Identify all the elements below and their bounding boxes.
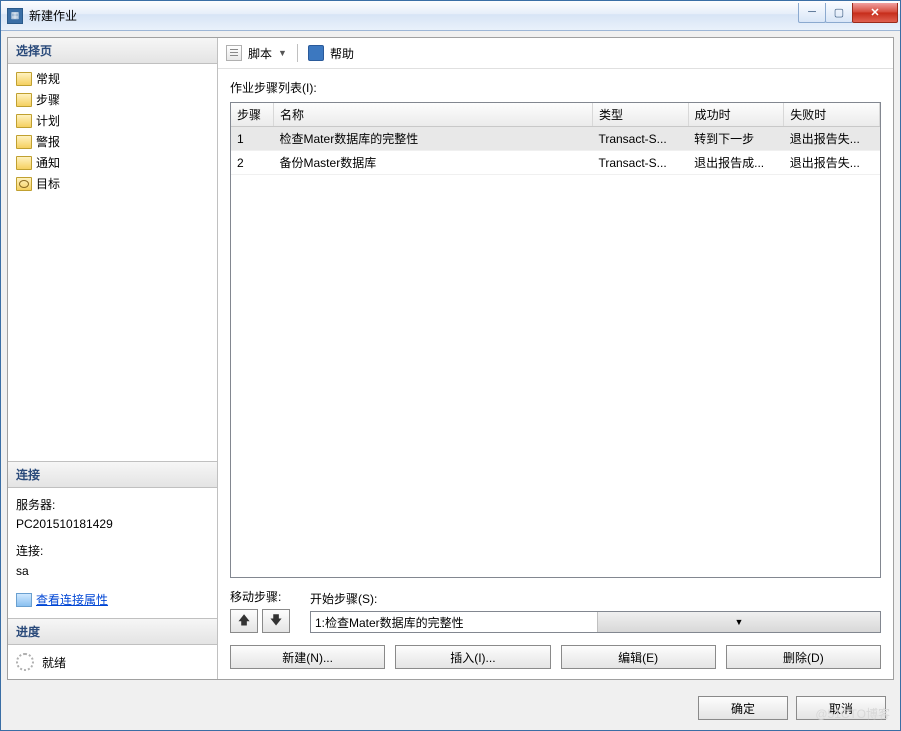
select-page-header: 选择页: [8, 38, 217, 64]
sidebar-item-label: 步骤: [36, 91, 60, 108]
spinner-icon: [16, 653, 34, 671]
sidebar-item-steps[interactable]: 步骤: [8, 89, 217, 110]
move-up-button[interactable]: 🡅: [230, 609, 258, 633]
help-icon: [308, 45, 324, 61]
cell-fail: 退出报告失...: [784, 151, 880, 175]
progress-header: 进度: [8, 619, 217, 645]
close-button[interactable]: ✕: [852, 3, 898, 23]
view-connection-properties-link[interactable]: 查看连接属性: [16, 591, 209, 610]
edit-button[interactable]: 编辑(E): [561, 645, 716, 669]
app-icon: ▦: [7, 8, 23, 24]
sidebar-item-label: 警报: [36, 133, 60, 150]
link-label: 查看连接属性: [36, 591, 108, 610]
sidebar-item-label: 常规: [36, 70, 60, 87]
target-icon: [16, 177, 32, 191]
cell-ok: 退出报告成...: [688, 151, 784, 175]
sidebar-item-label: 通知: [36, 154, 60, 171]
titlebar: ▦ 新建作业 ─ ▢ ✕: [1, 1, 900, 31]
script-icon: [226, 45, 242, 61]
col-success[interactable]: 成功时: [688, 103, 784, 127]
main-panel: 脚本 ▼ 帮助 作业步骤列表(I): 步骤 名称 类型 成功时 失败时: [218, 38, 893, 679]
arrow-up-icon: 🡅: [238, 611, 250, 632]
cell-name: 检查Mater数据库的完整性: [274, 127, 593, 151]
sidebar-item-targets[interactable]: 目标: [8, 173, 217, 194]
cell-name: 备份Master数据库: [274, 151, 593, 175]
table-row[interactable]: 2 备份Master数据库 Transact-S... 退出报告成... 退出报…: [231, 151, 880, 175]
steps-grid[interactable]: 步骤 名称 类型 成功时 失败时 1 检查Mater数据库的完整性 Transa…: [230, 102, 881, 578]
sidebar-item-general[interactable]: 常规: [8, 68, 217, 89]
sidebar: 选择页 常规 步骤 计划 警报 通知 目标 连接 服务器: PC20151018…: [8, 38, 218, 679]
step-list-label: 作业步骤列表(I):: [230, 79, 881, 96]
col-type[interactable]: 类型: [592, 103, 688, 127]
move-down-button[interactable]: 🡇: [262, 609, 290, 633]
sidebar-item-label: 目标: [36, 175, 60, 192]
page-icon: [16, 93, 32, 107]
connection-label: 连接:: [16, 542, 209, 561]
table-row[interactable]: 1 检查Mater数据库的完整性 Transact-S... 转到下一步 退出报…: [231, 127, 880, 151]
sidebar-item-label: 计划: [36, 112, 60, 129]
sidebar-item-notifications[interactable]: 通知: [8, 152, 217, 173]
script-dropdown-icon[interactable]: ▼: [278, 48, 287, 58]
progress-status: 就绪: [42, 654, 66, 671]
page-icon: [16, 72, 32, 86]
chevron-down-icon: ▼: [597, 612, 880, 632]
col-name[interactable]: 名称: [274, 103, 593, 127]
maximize-button[interactable]: ▢: [825, 3, 853, 23]
insert-button[interactable]: 插入(I)...: [395, 645, 550, 669]
cell-step: 1: [231, 127, 274, 151]
script-button[interactable]: 脚本: [248, 45, 272, 62]
help-button[interactable]: 帮助: [330, 45, 354, 62]
connection-header: 连接: [8, 462, 217, 488]
new-button[interactable]: 新建(N)...: [230, 645, 385, 669]
sidebar-item-schedules[interactable]: 计划: [8, 110, 217, 131]
cell-type: Transact-S...: [592, 127, 688, 151]
cell-type: Transact-S...: [592, 151, 688, 175]
connection-value: sa: [16, 562, 209, 581]
server-label: 服务器:: [16, 496, 209, 515]
page-icon: [16, 135, 32, 149]
dialog-footer: 确定 取消: [1, 686, 900, 730]
col-step[interactable]: 步骤: [231, 103, 274, 127]
arrow-down-icon: 🡇: [270, 611, 282, 632]
window-title: 新建作业: [29, 7, 799, 24]
sidebar-item-alerts[interactable]: 警报: [8, 131, 217, 152]
properties-icon: [16, 593, 32, 607]
delete-button[interactable]: 删除(D): [726, 645, 881, 669]
separator: [297, 44, 298, 62]
minimize-button[interactable]: ─: [798, 3, 826, 23]
cell-step: 2: [231, 151, 274, 175]
start-step-label: 开始步骤(S):: [310, 590, 881, 607]
start-step-combo[interactable]: 1:检查Mater数据库的完整性 ▼: [310, 611, 881, 633]
page-icon: [16, 114, 32, 128]
toolbar: 脚本 ▼ 帮助: [218, 38, 893, 69]
server-value: PC201510181429: [16, 515, 209, 534]
ok-button[interactable]: 确定: [698, 696, 788, 720]
start-step-value: 1:检查Mater数据库的完整性: [315, 614, 597, 631]
page-icon: [16, 156, 32, 170]
cell-fail: 退出报告失...: [784, 127, 880, 151]
col-failure[interactable]: 失败时: [784, 103, 880, 127]
cancel-button[interactable]: 取消: [796, 696, 886, 720]
cell-ok: 转到下一步: [688, 127, 784, 151]
move-step-label: 移动步骤:: [230, 588, 290, 605]
